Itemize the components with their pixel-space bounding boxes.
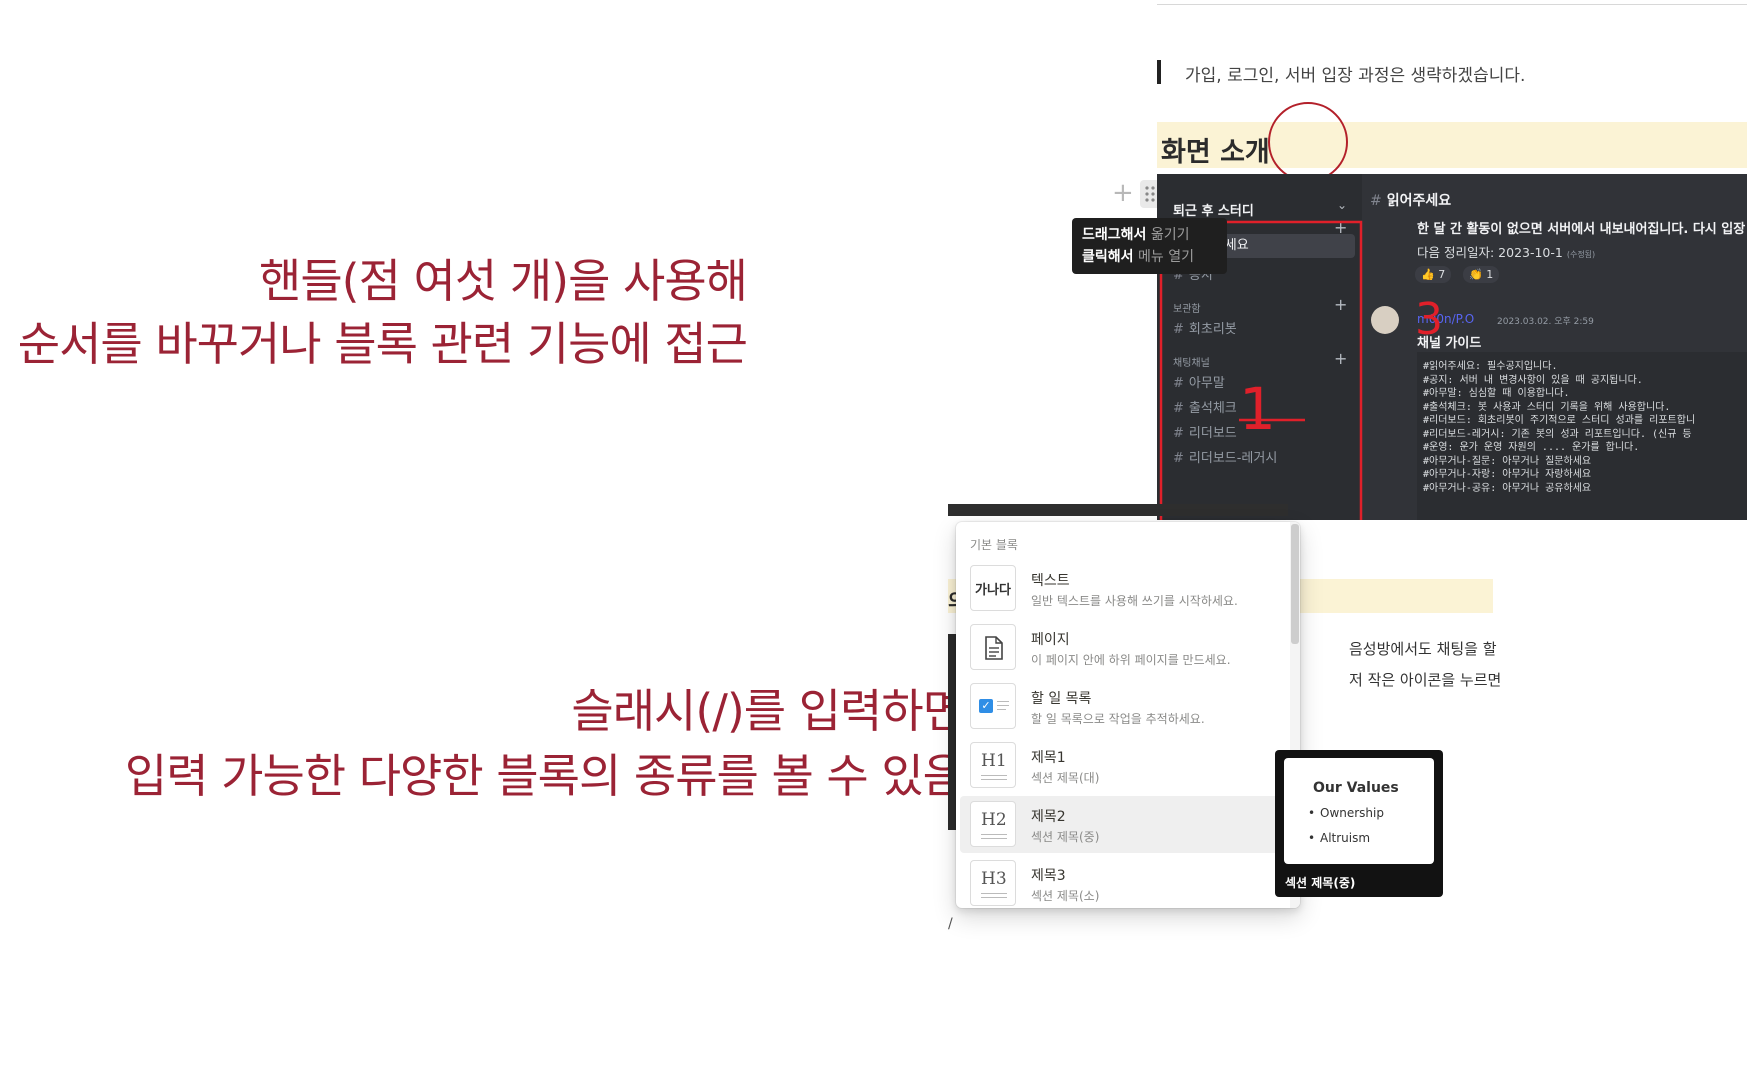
- background-text-2: 저 작은 아이콘을 누르면: [1349, 671, 1502, 689]
- tooltip-drag-rest: 옮기기: [1146, 227, 1190, 243]
- slash-command-menu[interactable]: 기본 블록 가나다 텍스트 일반 텍스트를 사용해 쓰기를 시작하세요. 페이지…: [956, 522, 1300, 908]
- page-top-border: [1157, 0, 1747, 5]
- page-icon: [970, 624, 1016, 670]
- quote-text: 가입, 로그인, 서버 입장 과정은 생략하겠습니다.: [1185, 66, 1526, 86]
- preview-card: Our Values Ownership Altruism: [1284, 758, 1434, 864]
- todo-checkbox-icon: ✓: [970, 683, 1016, 729]
- menu-item-heading1[interactable]: H1 제목1 섹션 제목(대): [960, 737, 1286, 794]
- menu-item-title: 제목1: [1031, 750, 1066, 766]
- notion-handle-screenshot: 가입, 로그인, 서버 입장 과정은 생략하겠습니다. 화면 소개 + 드래그해…: [1040, 0, 1747, 520]
- slash-caption-line2: 입력 가능한 다양한 블록의 종류를 볼 수 있음: [124, 749, 965, 803]
- menu-scrollbar-thumb[interactable]: [1291, 524, 1299, 644]
- slash-input-char: /: [948, 916, 953, 932]
- tooltip-click-rest: 메뉴 열기: [1133, 249, 1194, 265]
- preview-bullet: Ownership: [1308, 806, 1384, 820]
- heading3-icon: H3: [970, 860, 1016, 906]
- menu-item-desc: 일반 텍스트를 사용해 쓰기를 시작하세요.: [1031, 594, 1238, 608]
- annotation-number-3: 3: [1415, 294, 1443, 345]
- background-text-1: 음성방에서도 채팅을 할: [1349, 640, 1497, 658]
- menu-item-title: 텍스트: [1031, 573, 1070, 589]
- menu-item-todo[interactable]: ✓ 할 일 목록 할 일 목록으로 작업을 추적하세요.: [960, 678, 1286, 735]
- notion-slash-menu-screenshot: 의 음성방에서도 채팅을 할 저 작은 아이콘을 누르면 / 기본 블록 가나다…: [948, 500, 1747, 1080]
- menu-item-page[interactable]: 페이지 이 페이지 안에 하위 페이지를 만드세요.: [960, 619, 1286, 676]
- menu-item-desc: 섹션 제목(중): [1031, 830, 1100, 844]
- menu-item-text[interactable]: 가나다 텍스트 일반 텍스트를 사용해 쓰기를 시작하세요.: [960, 560, 1286, 617]
- menu-item-title: 페이지: [1031, 632, 1070, 648]
- preview-caption: 섹션 제목(중): [1285, 876, 1356, 890]
- menu-item-desc: 섹션 제목(대): [1031, 771, 1100, 785]
- slash-caption-line1: 슬래시(/)를 입력하면: [571, 684, 965, 738]
- preview-title: Our Values: [1313, 780, 1399, 796]
- heading2-icon: H2: [970, 801, 1016, 847]
- menu-item-heading3[interactable]: H3 제목3 섹션 제목(소): [960, 855, 1286, 908]
- heading2-preview-popup: Our Values Ownership Altruism 섹션 제목(중): [1275, 750, 1443, 897]
- discord-screenshot-image: 퇴근 후 스터디 ⌄ + #읽어주세요 #공지 보관함 + #회초리봇 채팅채널…: [1157, 174, 1747, 520]
- red-annotation-marks: 1 3: [1159, 220, 1443, 520]
- menu-item-desc: 할 일 목록으로 작업을 추적하세요.: [1031, 712, 1205, 726]
- quote-bar: [1157, 60, 1161, 84]
- handle-caption-line1: 핸들(점 여섯 개)을 사용해: [259, 254, 748, 308]
- tooltip-click-bold: 클릭해서: [1082, 249, 1134, 265]
- menu-item-title: 제목2: [1031, 809, 1066, 825]
- text-block-icon: 가나다: [970, 565, 1016, 611]
- tooltip-drag-bold: 드래그해서: [1082, 227, 1147, 243]
- preview-bullet: Altruism: [1308, 831, 1370, 845]
- background-dark-strip: [948, 504, 1288, 516]
- menu-item-heading2[interactable]: H2 제목2 섹션 제목(중): [960, 796, 1286, 853]
- menu-item-desc: 이 페이지 안에 하위 페이지를 만드세요.: [1031, 653, 1231, 667]
- handle-caption-line2: 순서를 바꾸거나 블록 관련 기능에 접근: [17, 317, 748, 371]
- menu-item-desc: 섹션 제목(소): [1031, 889, 1100, 903]
- annotation-circle: [1268, 102, 1348, 182]
- menu-section-label: 기본 블록: [970, 538, 1018, 552]
- menu-item-title: 할 일 목록: [1031, 691, 1092, 707]
- handle-tooltip: 드래그해서 옮기기 클릭해서 메뉴 열기: [1072, 218, 1227, 274]
- menu-item-title: 제목3: [1031, 868, 1066, 884]
- heading-block[interactable]: 화면 소개: [1157, 122, 1747, 168]
- heading1-icon: H1: [970, 742, 1016, 788]
- heading-text: 화면 소개: [1161, 137, 1270, 168]
- annotation-number-1: 1: [1239, 375, 1276, 443]
- add-block-plus-icon[interactable]: +: [1112, 180, 1134, 206]
